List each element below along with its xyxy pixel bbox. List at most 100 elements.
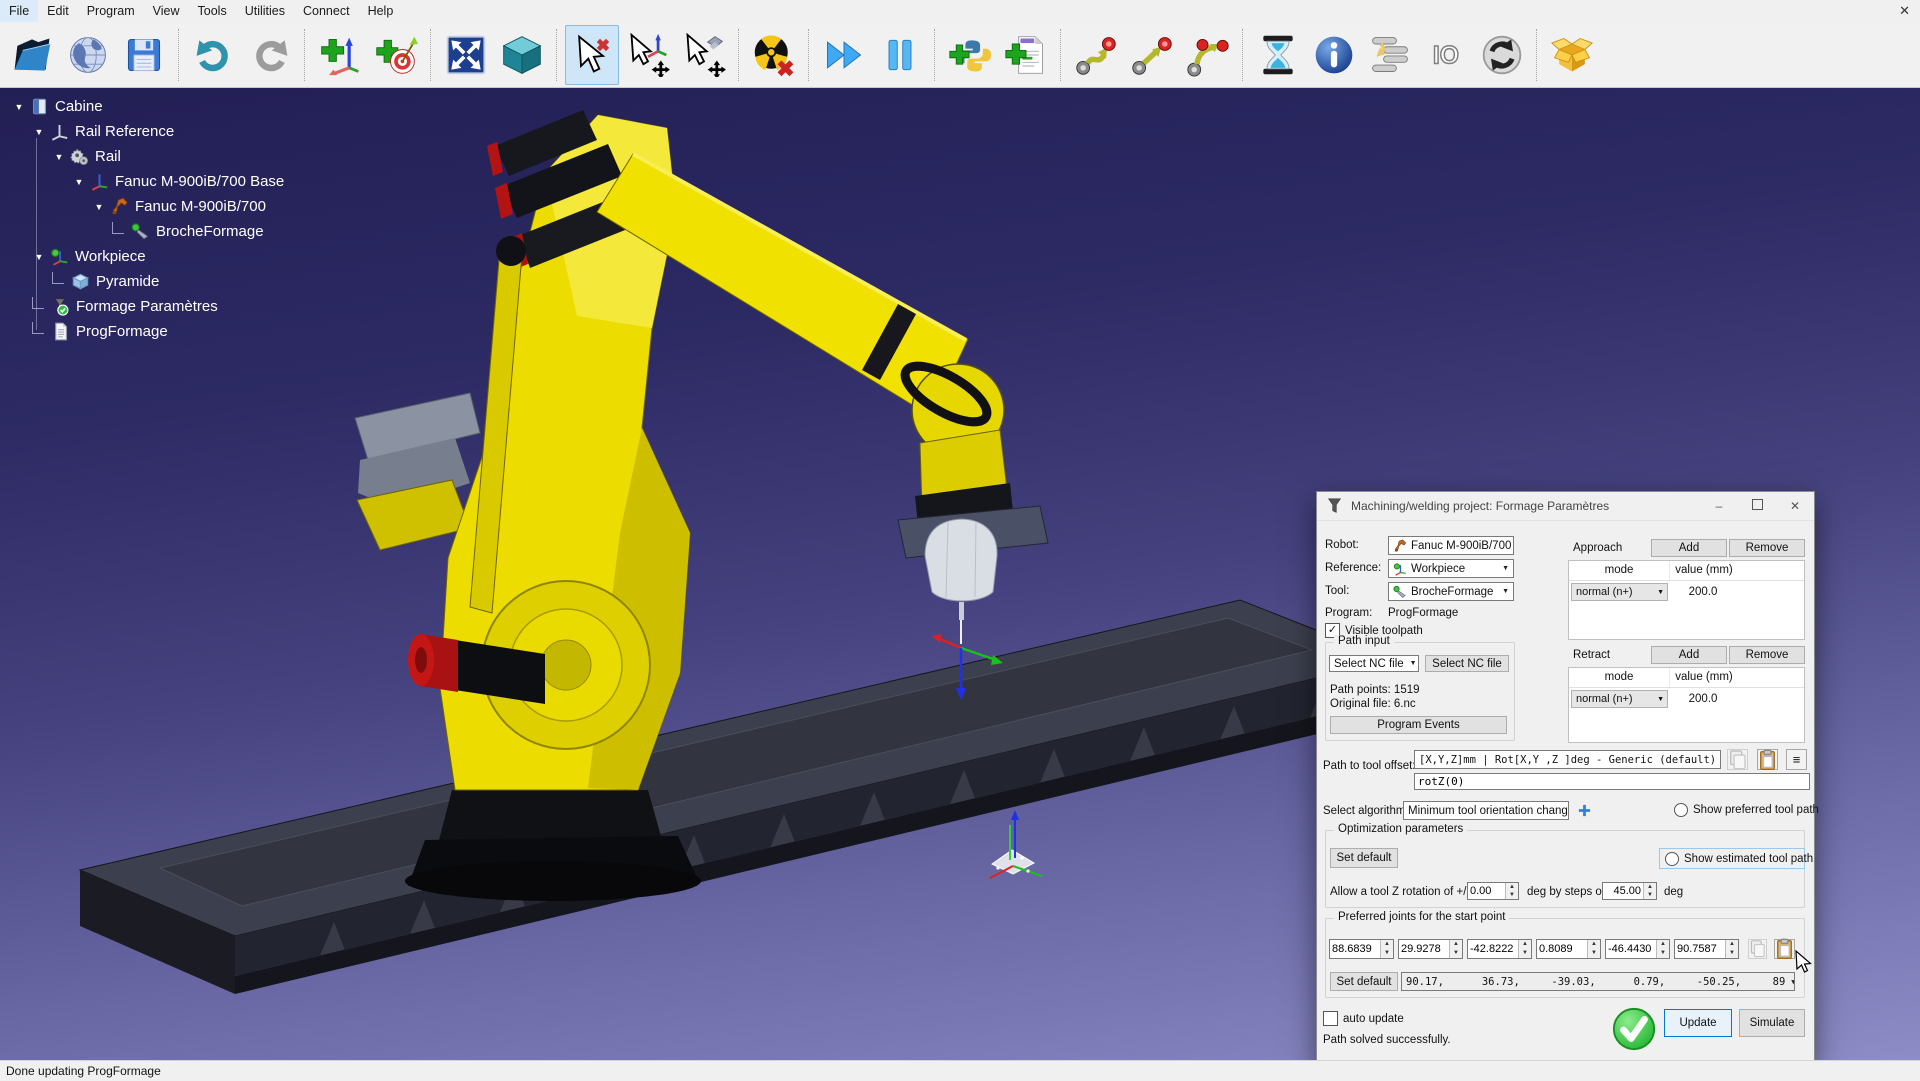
spin-arrows[interactable]: ▲▼ xyxy=(1380,940,1393,958)
spin-arrows[interactable]: ▲▼ xyxy=(1656,940,1669,958)
joint-6-spinbox[interactable]: ▲▼ xyxy=(1674,939,1739,959)
auto-update-checkbox[interactable]: auto update xyxy=(1323,1011,1404,1026)
spin-arrows[interactable]: ▲▼ xyxy=(1587,940,1600,958)
pause-simulation-button[interactable] xyxy=(873,25,927,85)
tree-item-fanuc-m-900ib-700-base[interactable]: ▼Fanuc M-900iB/700 Base xyxy=(0,169,330,194)
wait-instruction-button[interactable] xyxy=(1251,25,1305,85)
expand-triangle-icon[interactable]: ▼ xyxy=(32,127,46,137)
expand-triangle-icon[interactable]: ▼ xyxy=(92,202,106,212)
approach-add-button[interactable]: Add xyxy=(1651,539,1727,557)
retract-mode-select[interactable]: normal (n+)▼ xyxy=(1571,690,1668,708)
tree-item-rail-reference[interactable]: ▼Rail Reference xyxy=(0,119,330,144)
joint-3-value[interactable] xyxy=(1468,940,1518,958)
joint-1-value[interactable] xyxy=(1330,940,1380,958)
tool-select[interactable]: BrocheFormage▼ xyxy=(1388,582,1514,601)
menu-program[interactable]: Program xyxy=(78,0,144,22)
nc-file-select[interactable]: Select NC file▼ xyxy=(1329,655,1419,672)
algorithm-select[interactable]: Minimum tool orientation change▼ xyxy=(1403,801,1569,820)
retract-table[interactable]: modevalue (mm) normal (n+)▼ 200.0 xyxy=(1568,667,1805,743)
set-reference-instruction-button[interactable] xyxy=(1363,25,1417,85)
add-algorithm-icon[interactable] xyxy=(1577,803,1592,818)
steps-spinbox[interactable]: ▲▼ xyxy=(1602,882,1657,900)
synchronize-button[interactable] xyxy=(1475,25,1529,85)
expand-triangle-icon[interactable]: ▼ xyxy=(72,177,86,187)
joint-3-spinbox[interactable]: ▲▼ xyxy=(1467,939,1532,959)
select-nc-file-button[interactable]: Select NC file xyxy=(1425,655,1509,672)
select-tool-button[interactable] xyxy=(565,25,619,85)
tree-item-fanuc-m-900ib-700[interactable]: ▼Fanuc M-900iB/700 xyxy=(0,194,330,219)
tree-item-cabine[interactable]: ▼Cabine xyxy=(0,94,330,119)
isometric-view-button[interactable] xyxy=(495,25,549,85)
spin-arrows[interactable]: ▲▼ xyxy=(1518,940,1531,958)
fast-simulation-button[interactable] xyxy=(817,25,871,85)
tree-item-rail[interactable]: ▼Rail xyxy=(0,144,330,169)
expand-triangle-icon[interactable]: ▼ xyxy=(32,252,46,262)
offset-paste-button[interactable] xyxy=(1757,749,1778,770)
joint-2-value[interactable] xyxy=(1399,940,1449,958)
move-circular-instruction-button[interactable] xyxy=(1181,25,1235,85)
menu-file[interactable]: File xyxy=(0,0,38,22)
undo-button[interactable] xyxy=(187,25,241,85)
plugin-package-button[interactable] xyxy=(1545,25,1599,85)
show-estimated-toolpath-radio[interactable]: Show estimated tool path xyxy=(1659,848,1805,869)
joints-paste-button[interactable] xyxy=(1774,939,1795,959)
z-rotation-spinbox[interactable]: ▲▼ xyxy=(1467,882,1519,900)
approach-mode-select[interactable]: normal (n+)▼ xyxy=(1571,583,1668,601)
retract-add-button[interactable]: Add xyxy=(1651,646,1727,664)
joint-4-value[interactable] xyxy=(1537,940,1587,958)
show-message-instruction-button[interactable] xyxy=(1307,25,1361,85)
move-joint-instruction-button[interactable] xyxy=(1069,25,1123,85)
move-reference-button[interactable] xyxy=(621,25,675,85)
offset-menu-button[interactable]: ≡ xyxy=(1786,749,1807,770)
joints-set-default-button[interactable]: Set default xyxy=(1330,972,1398,991)
dialog-close-button[interactable]: ✕ xyxy=(1776,492,1814,520)
menu-view[interactable]: View xyxy=(144,0,189,22)
view-online-library-button[interactable] xyxy=(61,25,115,85)
menu-edit[interactable]: Edit xyxy=(38,0,78,22)
simulate-button[interactable]: Simulate xyxy=(1739,1009,1805,1037)
add-python-program-button[interactable] xyxy=(943,25,997,85)
start-joints-select[interactable]: 90.17, 36.73, -39.03, 0.79, -50.25, 89▼ xyxy=(1401,972,1795,991)
joint-1-spinbox[interactable]: ▲▼ xyxy=(1329,939,1394,959)
expand-triangle-icon[interactable]: ▼ xyxy=(12,102,26,112)
3d-viewport[interactable]: ▼Cabine▼Rail Reference▼Rail▼Fanuc M-900i… xyxy=(0,88,1920,1060)
tree-item-workpiece[interactable]: ▼Workpiece xyxy=(0,244,330,269)
menu-utilities[interactable]: Utilities xyxy=(236,0,294,22)
program-events-button[interactable]: Program Events xyxy=(1330,716,1507,734)
dialog-maximize-button[interactable] xyxy=(1738,492,1776,520)
menu-help[interactable]: Help xyxy=(359,0,403,22)
joint-5-value[interactable] xyxy=(1606,940,1656,958)
optimization-set-default-button[interactable]: Set default xyxy=(1330,848,1398,868)
joint-6-value[interactable] xyxy=(1675,940,1725,958)
add-reference-frame-button[interactable] xyxy=(313,25,367,85)
show-preferred-toolpath-radio[interactable]: Show preferred tool path xyxy=(1674,803,1819,817)
joint-5-spinbox[interactable]: ▲▼ xyxy=(1605,939,1670,959)
path-offset-input[interactable] xyxy=(1414,773,1810,790)
save-station-button[interactable] xyxy=(117,25,171,85)
approach-table[interactable]: modevalue (mm) normal (n+)▼ 200.0 xyxy=(1568,560,1805,640)
tree-item-brocheformage[interactable]: BrocheFormage xyxy=(0,219,330,244)
move-tool-button[interactable] xyxy=(677,25,731,85)
window-close-icon[interactable]: ✕ xyxy=(1899,0,1910,22)
dialog-titlebar[interactable]: Machining/welding project: Formage Param… xyxy=(1317,492,1814,521)
path-offset-format-select[interactable]: [X,Y,Z]mm | Rot[X,Y ,Z ]deg - Generic (d… xyxy=(1414,750,1721,769)
spin-arrows[interactable]: ▲▼ xyxy=(1725,940,1738,958)
dialog-minimize-button[interactable]: – xyxy=(1700,492,1738,520)
retract-remove-button[interactable]: Remove xyxy=(1729,646,1805,664)
approach-remove-button[interactable]: Remove xyxy=(1729,539,1805,557)
open-project-button[interactable] xyxy=(5,25,59,85)
check-collisions-button[interactable] xyxy=(747,25,801,85)
redo-button[interactable] xyxy=(243,25,297,85)
move-linear-instruction-button[interactable] xyxy=(1125,25,1179,85)
retract-value-cell[interactable]: 200.0 xyxy=(1670,690,1736,708)
spin-arrows[interactable]: ▲▼ xyxy=(1449,940,1462,958)
tree-item-progformage[interactable]: ProgFormage xyxy=(0,319,330,344)
reference-select[interactable]: Workpiece▼ xyxy=(1388,559,1514,578)
update-button[interactable]: Update xyxy=(1664,1009,1732,1037)
fit-all-button[interactable] xyxy=(439,25,493,85)
tree-item-formage-param-tres[interactable]: Formage Paramètres xyxy=(0,294,330,319)
add-program-button[interactable] xyxy=(999,25,1053,85)
expand-triangle-icon[interactable]: ▼ xyxy=(52,152,66,162)
joint-4-spinbox[interactable]: ▲▼ xyxy=(1536,939,1601,959)
add-target-button[interactable] xyxy=(369,25,423,85)
